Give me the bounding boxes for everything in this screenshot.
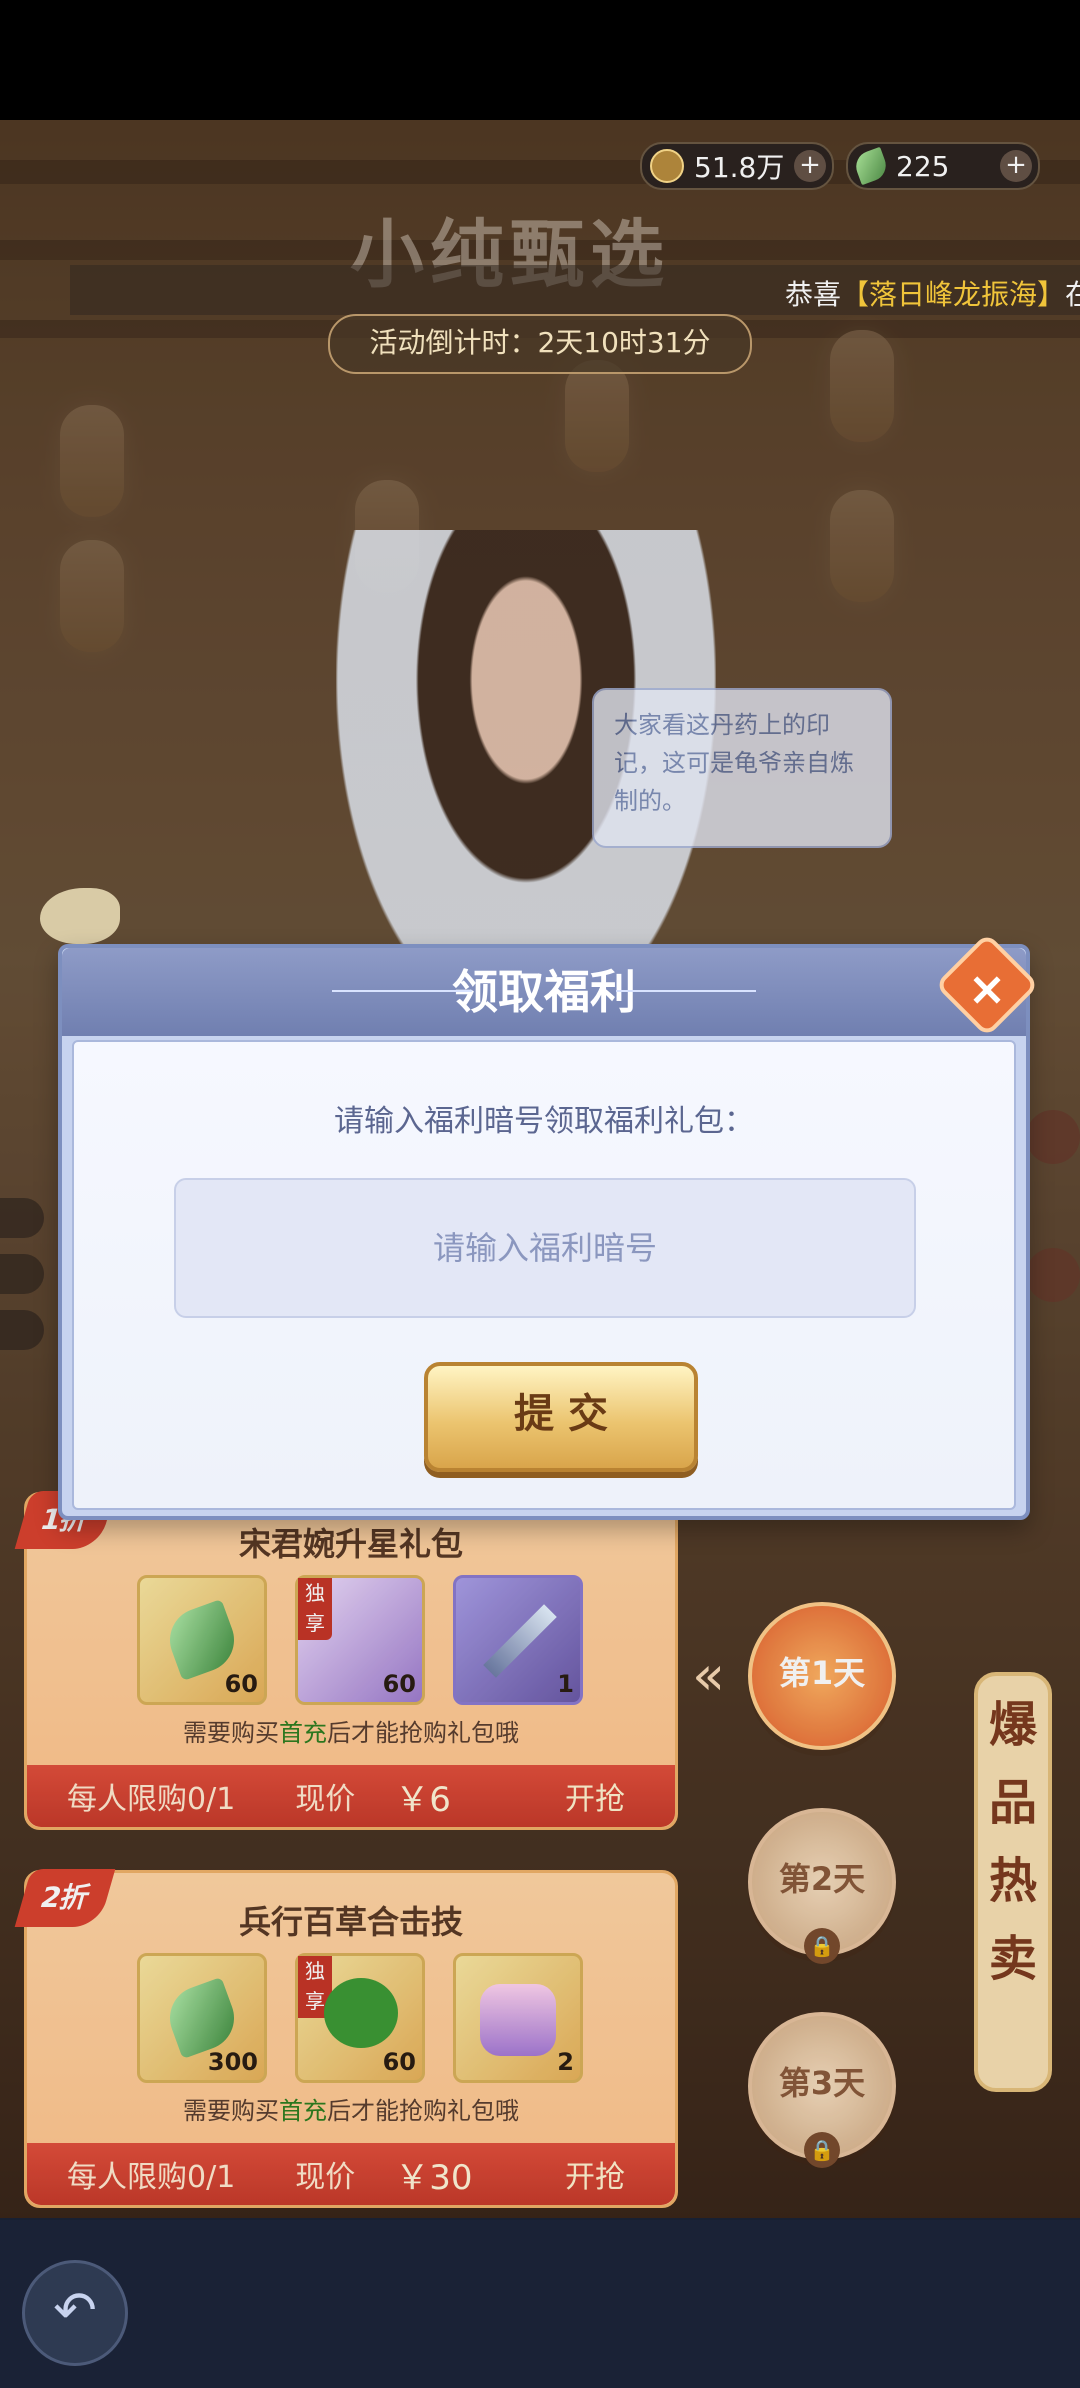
claim-welfare-dialog: 领取福利 请输入福利暗号领取福利礼包： 提 交 xyxy=(58,944,1030,1520)
dialog-body: 请输入福利暗号领取福利礼包： 提 交 xyxy=(72,1040,1016,1510)
code-instruction: 请输入福利暗号领取福利礼包： xyxy=(334,1104,754,1139)
dialog-title: 领取福利 xyxy=(62,948,1026,1036)
bottom-bar xyxy=(0,2218,1080,2388)
close-icon: × xyxy=(967,961,1007,1016)
submit-button[interactable]: 提 交 xyxy=(424,1362,698,1472)
title-decoration-left xyxy=(332,990,472,992)
welfare-code-input[interactable] xyxy=(174,1178,916,1318)
back-arrow-icon[interactable]: ↶ xyxy=(22,2260,128,2366)
status-bar xyxy=(0,0,1080,120)
title-decoration-right xyxy=(616,990,756,992)
